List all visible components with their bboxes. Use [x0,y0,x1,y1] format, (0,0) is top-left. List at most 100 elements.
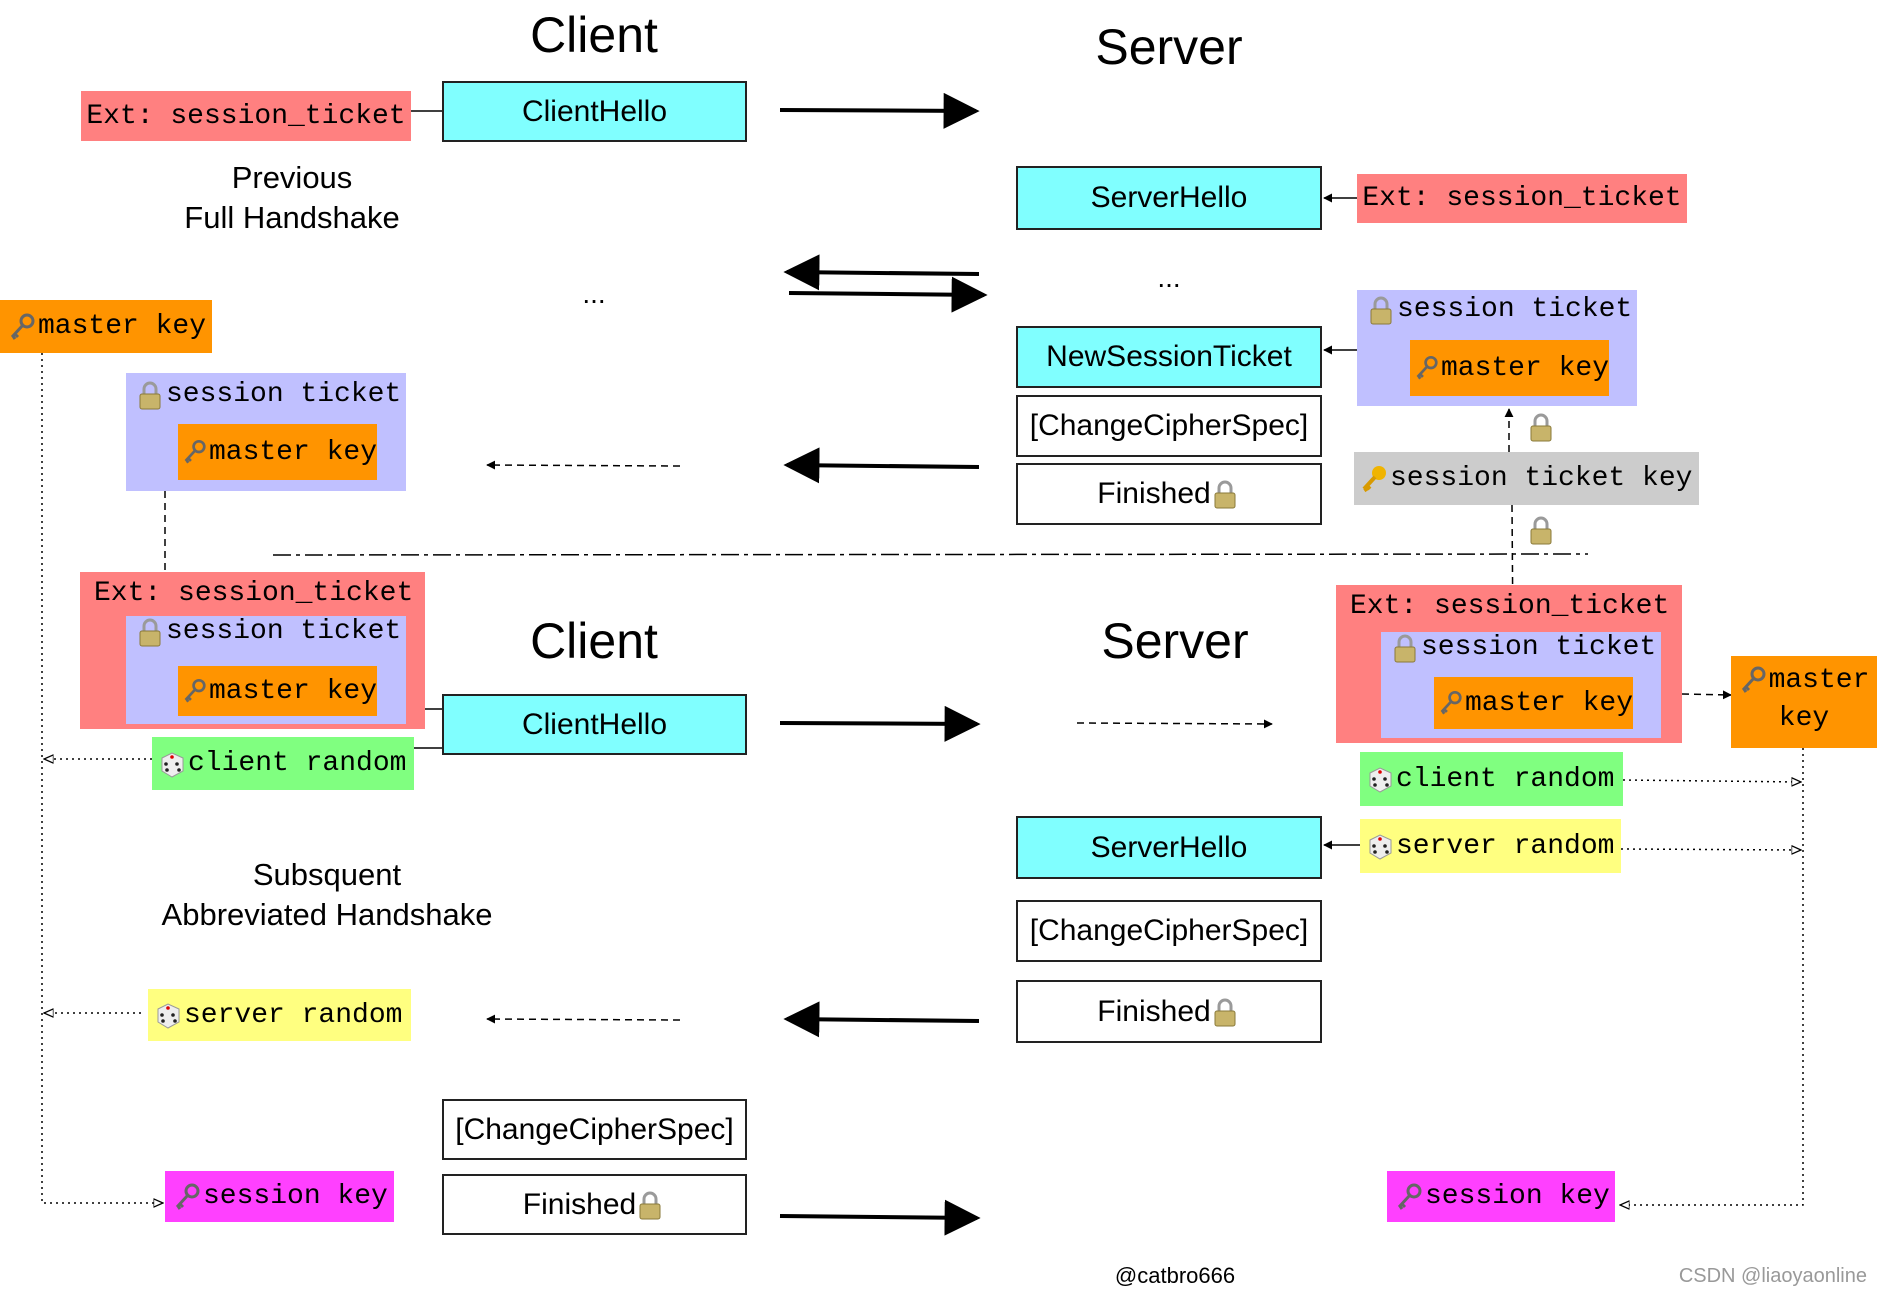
label: server random [184,999,403,1031]
label: client random [188,748,407,779]
client-session-key: session key [165,1171,394,1222]
server-finished: Finished [1016,980,1322,1043]
server-session-ticket: session ticket master key [1357,290,1637,406]
label: master [1768,665,1870,696]
client-ext-session-ticket: Ext: session_ticket [81,91,411,141]
lock-icon [1391,633,1419,663]
separator-line [272,553,1589,556]
server-title-2: Server [1101,613,1249,669]
session-ticket-key: session ticket key [1354,452,1699,505]
client-finished: Finished [442,1174,747,1235]
lock-icon [636,1190,664,1220]
caption-line: Abbreviated Handshake [161,897,493,932]
key-icon [1395,1182,1423,1212]
label: master key [208,436,377,468]
label: ClientHello [521,707,668,741]
client-random: client random [152,737,414,790]
arrow-client-hello [779,92,980,129]
dice-icon [158,749,186,779]
master-key: master key [1410,340,1609,396]
dice-icon [154,1000,182,1030]
caption-line: Subsquent [252,857,402,892]
key-icon [1739,665,1767,695]
server-server-random: server random [1360,819,1621,873]
server-master-key: master key [1731,656,1877,748]
new-session-ticket-message: NewSessionTicket [1016,326,1322,388]
label: server random [1396,830,1615,862]
ellipsis: ... [1157,262,1181,293]
client-hello-message: ClientHello [442,81,747,142]
label: Finished [1097,477,1211,510]
arrow-client-to-server [788,276,988,313]
watermark: CSDN @liaoyaonline [1678,1265,1867,1287]
client-title: Client [530,7,658,63]
change-cipher-spec-message: [ChangeCipherSpec] [1016,395,1322,457]
label: session ticket [1397,294,1633,325]
caption-line: Previous [231,160,353,195]
session-ticket: session ticket master key [1381,632,1661,738]
caption-line: Full Handshake [184,200,400,235]
label: Ext: session_ticket [1350,591,1670,622]
arrow-client-finished [779,1199,981,1236]
lock-icon [1211,997,1239,1027]
ellipsis: ... [582,278,606,309]
lock-icon [136,617,164,647]
server-client-random: client random [1360,752,1623,806]
master-key: master key [178,424,377,480]
label: session ticket [166,379,402,410]
arrow-finished-to-client-2 [783,1001,980,1038]
author-credit: @catbro666 [1114,1263,1236,1288]
label: session ticket [1421,632,1657,663]
label: master key [208,675,377,707]
server-hello-message: ServerHello [1016,166,1322,230]
label: Ext: session_ticket [1362,183,1682,214]
arrow-server-to-client [783,254,980,291]
label: client random [1396,763,1615,795]
client-session-ticket: session ticket master key [126,373,406,491]
key-icon [8,312,36,342]
master-key: master key [178,666,377,716]
golden-key-icon [1360,464,1388,494]
label: session key [1425,1181,1610,1212]
client-server-random: server random [148,989,411,1041]
server-hello-message-2: ServerHello [1016,816,1322,879]
master-key: master key [1434,677,1633,729]
label: Ext: session_ticket [94,578,414,609]
label: master key [1464,687,1633,719]
lock-icon [1367,295,1395,325]
arrow-finished-to-client [783,447,980,484]
label: Ext: session_ticket [86,100,406,132]
label: Finished [1097,994,1211,1028]
dice-icon [1366,764,1394,794]
lock-icon [1527,412,1555,442]
client-hello-message-2: ClientHello [442,694,747,755]
label: ClientHello [521,94,668,128]
label: [ChangeCipherSpec] [1029,914,1309,947]
server-title: Server [1095,19,1243,75]
arrow-client-hello-2 [779,705,981,742]
session-ticket: session ticket master key [126,616,406,724]
label: session ticket [166,616,402,647]
client-title-2: Client [530,613,658,669]
label: session ticket key [1390,463,1693,494]
server-change-cipher-spec: [ChangeCipherSpec] [1016,900,1322,962]
label: session key [203,1181,388,1212]
caption-abbreviated-handshake: Subsquent Abbreviated Handshake [162,855,493,935]
key-icon [1414,353,1439,383]
server-session-key: session key [1387,1171,1615,1222]
label: NewSessionTicket [1046,340,1292,373]
key-icon [1438,688,1463,718]
label: [ChangeCipherSpec] [1029,409,1309,442]
key-icon [182,676,207,706]
tls-session-ticket-diagram: Client Server Previous Full Handshake Ex… [0,0,1877,1298]
label: [ChangeCipherSpec] [455,1112,734,1146]
caption-full-handshake: Previous Full Handshake [184,158,399,238]
lock-icon [1527,515,1555,545]
client-ext-session-ticket-2: Ext: session_ticket session ticket maste… [80,572,425,729]
server-ext-session-ticket-2: Ext: session_ticket session ticket maste… [1336,585,1682,743]
label: key [1778,703,1830,734]
lock-icon [1211,479,1239,509]
lock-icon [136,380,164,410]
label: ServerHello [1090,181,1248,214]
label: master key [1440,352,1609,384]
